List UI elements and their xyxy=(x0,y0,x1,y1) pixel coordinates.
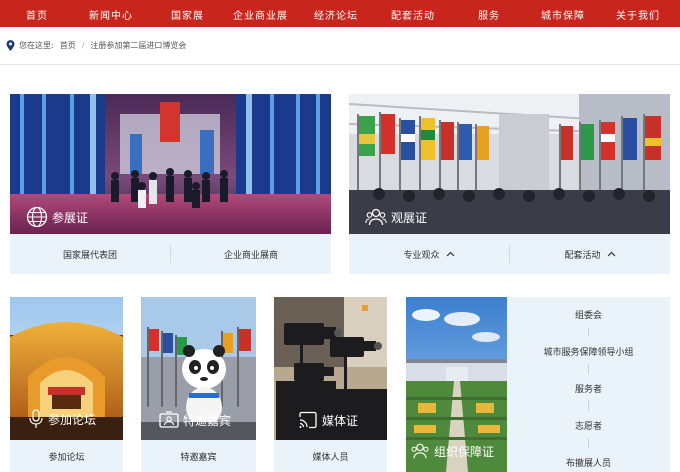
special-guest-label: 特邀嘉宾 xyxy=(159,411,231,429)
support-pass-card[interactable]: 组织保障证 xyxy=(406,297,507,472)
visitor-pass-links: 专业观众 配套活动 xyxy=(349,234,670,274)
nav-business-exhibition[interactable]: 企业商业展 xyxy=(233,7,288,22)
exhibitor-pass-links: 国家展代表团 企业商业展商 xyxy=(10,234,331,274)
special-guest-image[interactable]: 特邀嘉宾 xyxy=(141,297,256,440)
link-forum-label: 参加论坛 xyxy=(48,452,85,463)
nav-news[interactable]: 新闻中心 xyxy=(89,7,133,22)
support-pass-title: 组织保障证 xyxy=(434,444,495,459)
link-media-staff[interactable]: 媒体人员 xyxy=(274,450,387,463)
microphone-icon xyxy=(29,409,43,428)
media-pass-label: 媒体证 xyxy=(298,411,358,429)
link-forum[interactable]: 参加论坛 xyxy=(10,450,123,463)
breadcrumb-separator: / xyxy=(81,41,85,50)
forum-card[interactable]: 参加论坛 参加论坛 xyxy=(10,297,123,472)
special-guest-links: 特邀嘉宾 xyxy=(141,440,256,472)
link-volunteer[interactable]: 志愿者 xyxy=(507,419,670,432)
exhibitor-pass-title: 参展证 xyxy=(52,210,89,225)
link-service-staff[interactable]: 服务者 xyxy=(507,382,670,395)
exhibitor-pass-card[interactable]: 参展证 国家展代表团 企业商业展商 xyxy=(10,94,331,274)
support-pass-links: 组委会 城市服务保障领导小组 服务者 志愿者 布撤展人员 xyxy=(507,297,670,472)
link-business-exhibitor[interactable]: 企业商业展商 xyxy=(171,248,331,261)
forum-links: 参加论坛 xyxy=(10,440,123,472)
exhibitor-pass-image[interactable]: 参展证 xyxy=(10,94,331,234)
divider xyxy=(588,327,589,337)
link-city-service-leading-group[interactable]: 城市服务保障领导小组 xyxy=(507,345,670,358)
chevron-up-icon xyxy=(446,251,454,257)
special-guest-title: 特邀嘉宾 xyxy=(183,413,232,428)
nav-services[interactable]: 服务 xyxy=(478,7,500,22)
visitor-pass-title: 观展证 xyxy=(391,210,428,225)
media-pass-card[interactable]: 媒体证 媒体人员 xyxy=(274,297,387,472)
people-group-icon xyxy=(365,208,387,226)
media-pass-links: 媒体人员 xyxy=(274,440,387,472)
cast-screen-icon xyxy=(299,411,317,429)
divider xyxy=(588,438,589,448)
link-side-events-label: 配套活动 xyxy=(564,250,601,261)
nav-about-us[interactable]: 关于我们 xyxy=(616,7,660,22)
link-special-guest-label: 特邀嘉宾 xyxy=(180,452,217,463)
support-pass-label: 组织保障证 xyxy=(410,441,494,461)
link-special-guest[interactable]: 特邀嘉宾 xyxy=(141,450,256,463)
link-professional-visitor[interactable]: 专业观众 xyxy=(349,248,509,261)
globe-icon xyxy=(26,206,48,228)
divider xyxy=(588,364,589,374)
divider xyxy=(588,401,589,411)
nav-economic-forum[interactable]: 经济论坛 xyxy=(314,7,358,22)
link-media-staff-label: 媒体人员 xyxy=(312,452,349,463)
forum-image[interactable]: 参加论坛 xyxy=(10,297,123,440)
link-professional-visitor-label: 专业观众 xyxy=(403,250,440,261)
badge-card-icon xyxy=(159,411,179,428)
link-organizing-committee[interactable]: 组委会 xyxy=(507,308,670,321)
link-side-events[interactable]: 配套活动 xyxy=(510,248,670,261)
link-business-exhibitor-label: 企业商业展商 xyxy=(223,250,278,261)
breadcrumb-current: 注册参加第二届进口博览会 xyxy=(90,41,187,50)
top-nav: 首页 新闻中心 国家展 企业商业展 经济论坛 配套活动 服务 城市保障 关于我们 xyxy=(0,0,680,27)
nav-side-events[interactable]: 配套活动 xyxy=(391,7,435,22)
support-pass-image[interactable]: 组织保障证 xyxy=(406,297,507,472)
nav-city-support[interactable]: 城市保障 xyxy=(541,7,585,22)
people-group-icon xyxy=(411,443,429,459)
forum-label: 参加论坛 xyxy=(28,409,96,429)
chevron-up-icon xyxy=(607,251,615,257)
link-country-delegation[interactable]: 国家展代表团 xyxy=(10,248,170,261)
location-pin-icon xyxy=(6,40,15,51)
breadcrumb: 您在这里: 首页 / 注册参加第二届进口博览会 xyxy=(0,27,680,65)
visitor-pass-card[interactable]: 观展证 专业观众 配套活动 xyxy=(349,94,670,274)
special-guest-card[interactable]: 特邀嘉宾 特邀嘉宾 xyxy=(141,297,256,472)
exhibitor-pass-label: 参展证 xyxy=(26,206,88,228)
breadcrumb-prefix: 您在这里: xyxy=(19,41,54,50)
link-country-delegation-label: 国家展代表团 xyxy=(62,250,117,261)
forum-title: 参加论坛 xyxy=(48,412,97,427)
visitor-pass-image[interactable]: 观展证 xyxy=(349,94,670,234)
nav-home[interactable]: 首页 xyxy=(26,7,48,22)
visitor-pass-label: 观展证 xyxy=(365,206,427,228)
media-pass-title: 媒体证 xyxy=(322,413,359,428)
media-pass-image[interactable]: 媒体证 xyxy=(274,297,387,440)
link-setup-teardown-staff[interactable]: 布撤展人员 xyxy=(507,456,670,469)
breadcrumb-home[interactable]: 首页 xyxy=(60,40,76,51)
nav-country-exhibition[interactable]: 国家展 xyxy=(171,7,204,22)
